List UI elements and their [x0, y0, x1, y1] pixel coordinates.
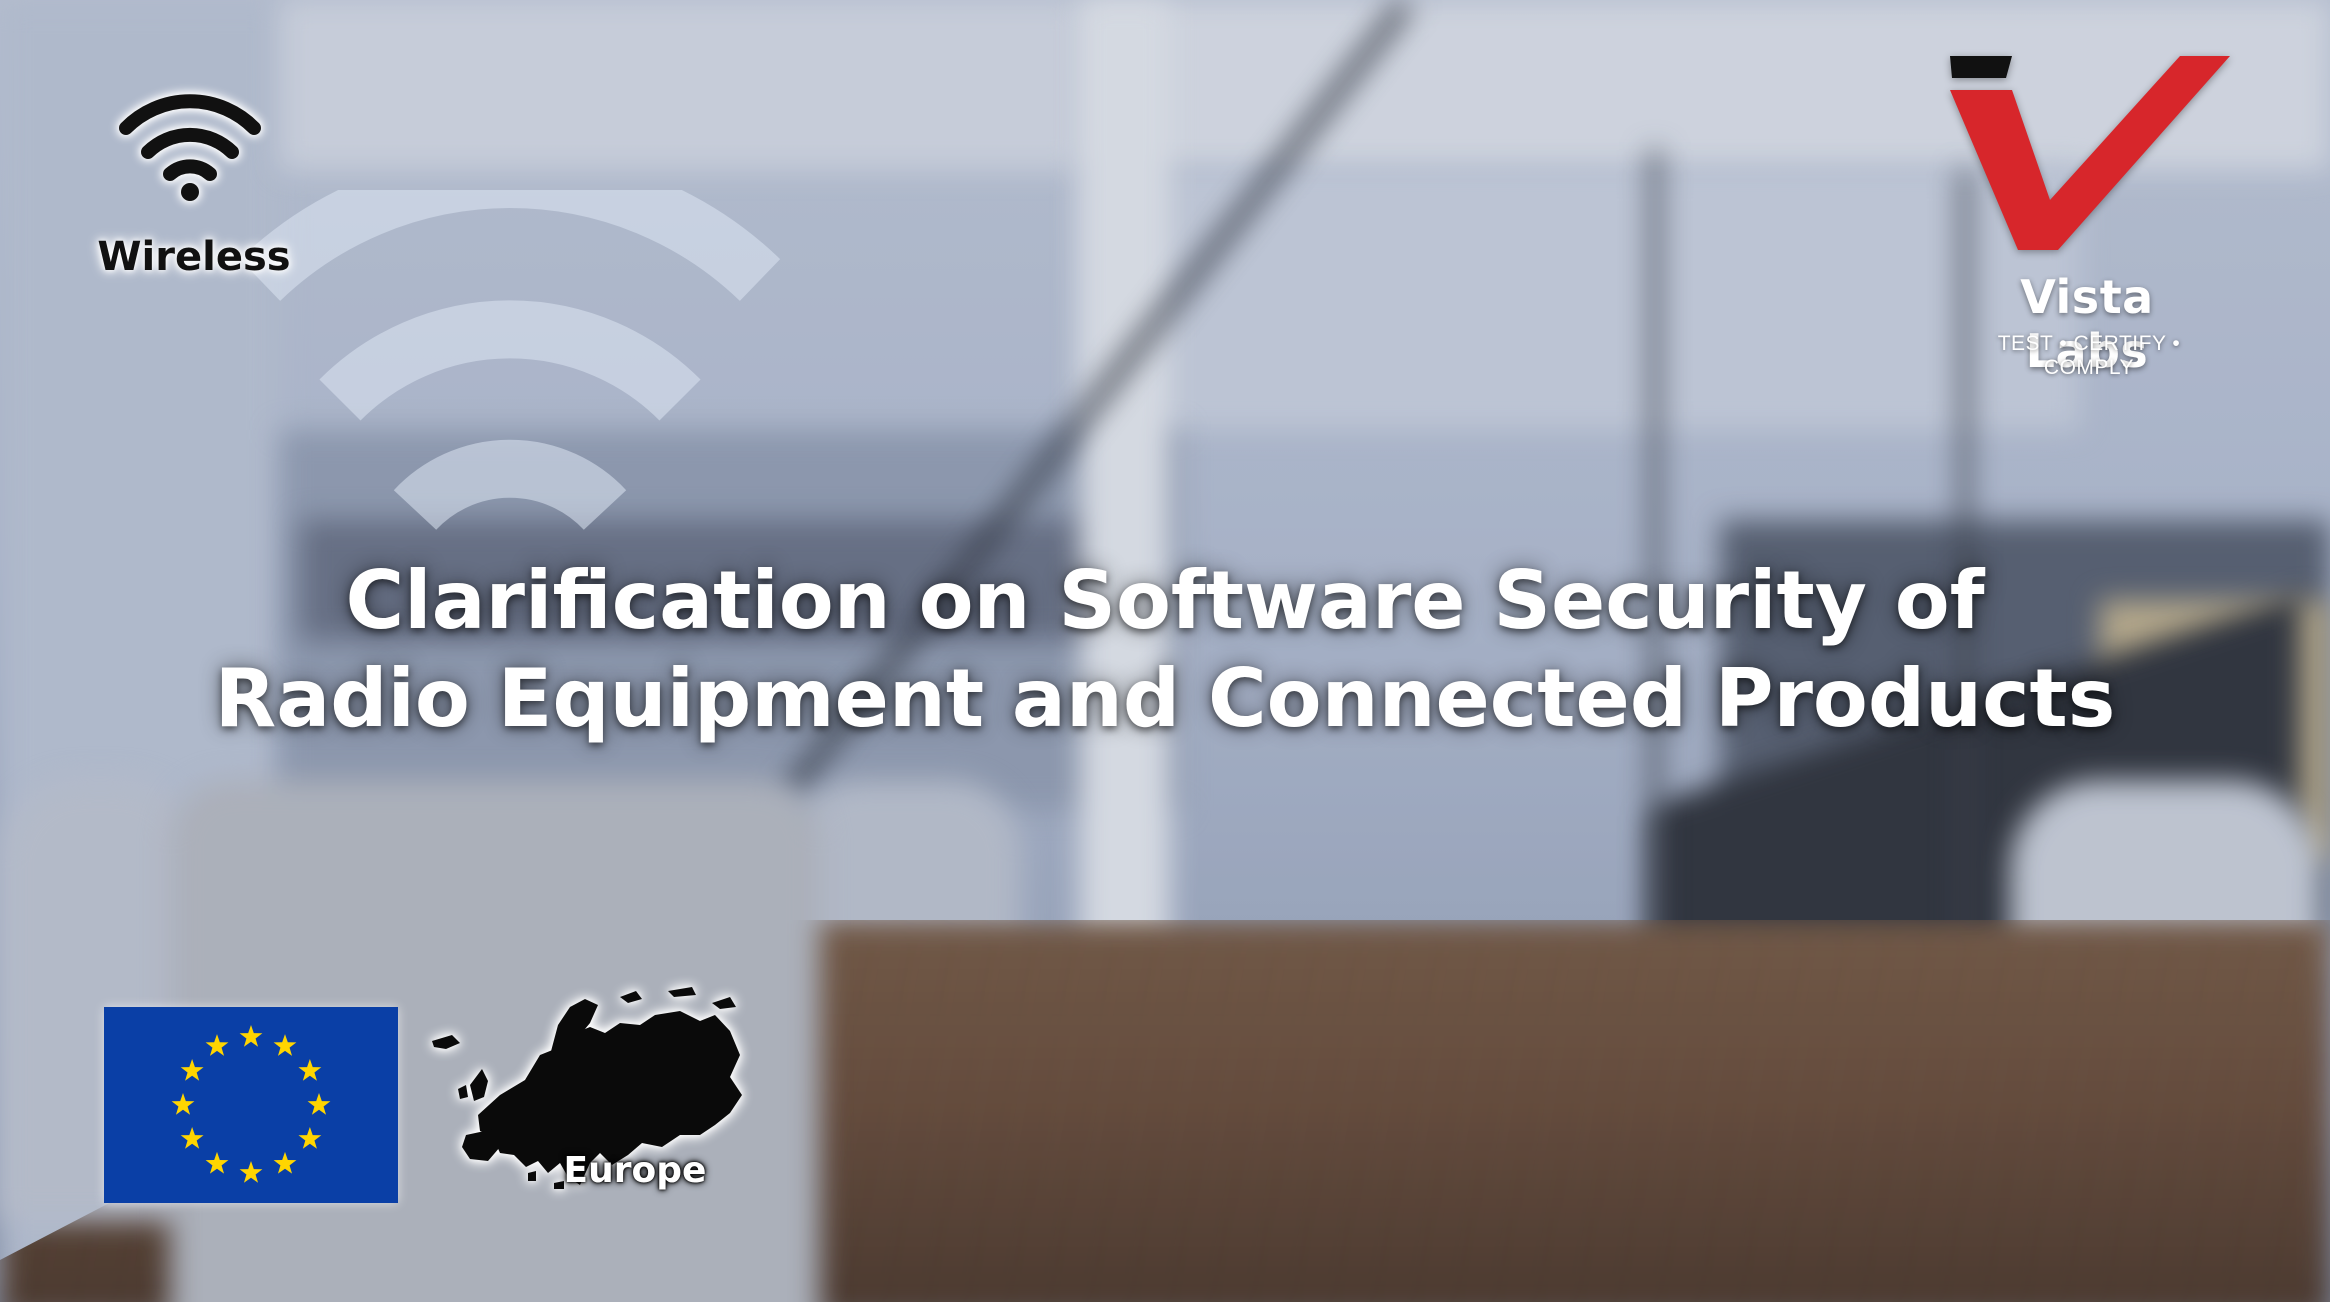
- large-wifi-icon: [240, 190, 781, 531]
- eu-star-icon: [239, 1161, 263, 1183]
- eu-star-icon: [273, 1151, 297, 1174]
- eu-star-icon: [307, 1093, 331, 1115]
- eu-flag-icon: [104, 1007, 398, 1203]
- headline-line-1: Clarification on Software Security of: [345, 554, 1985, 647]
- headline: Clarification on Software Security of Ra…: [160, 552, 2170, 748]
- eu-star-icon: [180, 1059, 204, 1081]
- logo-tagline: TEST • CERTIFY • COMPLY: [1997, 332, 2181, 379]
- checkmark-logo-icon: [1950, 56, 2230, 250]
- wifi-icon: [119, 94, 261, 201]
- vista-labs-logo: Vista Labs TEST • CERTIFY • COMPLY: [1940, 50, 2240, 379]
- eu-star-icon: [239, 1025, 263, 1047]
- eu-star-icon: [205, 1151, 229, 1174]
- eu-star-icon: [180, 1127, 204, 1149]
- eu-flag-stars: [171, 1025, 331, 1183]
- europe-label: Europe: [563, 1150, 707, 1191]
- europe-map: Europe: [430, 985, 760, 1225]
- headline-line-2: Radio Equipment and Connected Products: [214, 652, 2116, 745]
- eu-star-icon: [298, 1059, 322, 1081]
- wireless-badge: Wireless: [80, 88, 300, 280]
- eu-star-icon: [171, 1093, 195, 1115]
- eu-star-icon: [205, 1034, 229, 1056]
- eu-star-icon: [273, 1034, 297, 1056]
- wireless-label: Wireless: [97, 234, 291, 280]
- eu-star-icon: [298, 1127, 322, 1149]
